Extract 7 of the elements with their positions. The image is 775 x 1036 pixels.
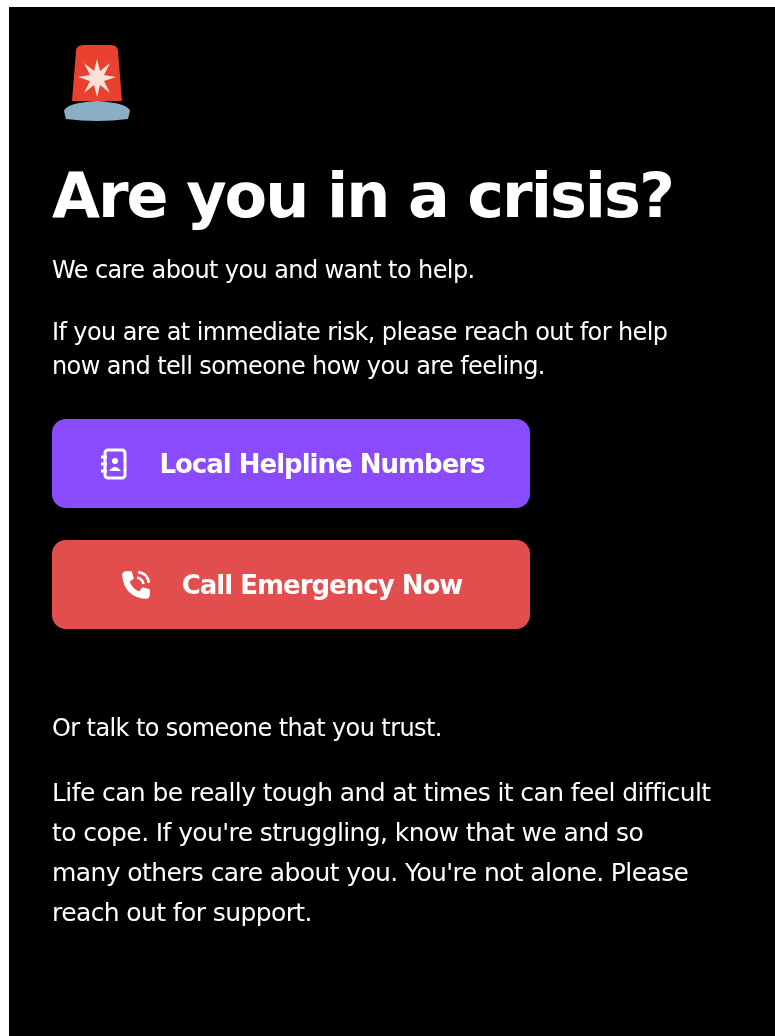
outro-text: Or talk to someone that you trust. — [52, 713, 443, 744]
phone-icon — [119, 568, 152, 601]
outro-text: Life can be really tough and at times it can feel difficult to cope. If you're struggling, know that we and so many others care about you. You're not alone. Please reach out for support. — [52, 777, 712, 929]
action-button[interactable]: Local Helpline Numbers — [52, 419, 530, 508]
action-button[interactable]: Call Emergency Now — [52, 540, 530, 629]
intro-text: We care about you and want to help. — [52, 255, 476, 286]
intro-text: If you are at immediate risk, please reach out for help now and tell someone how you are feeling. — [52, 317, 669, 382]
